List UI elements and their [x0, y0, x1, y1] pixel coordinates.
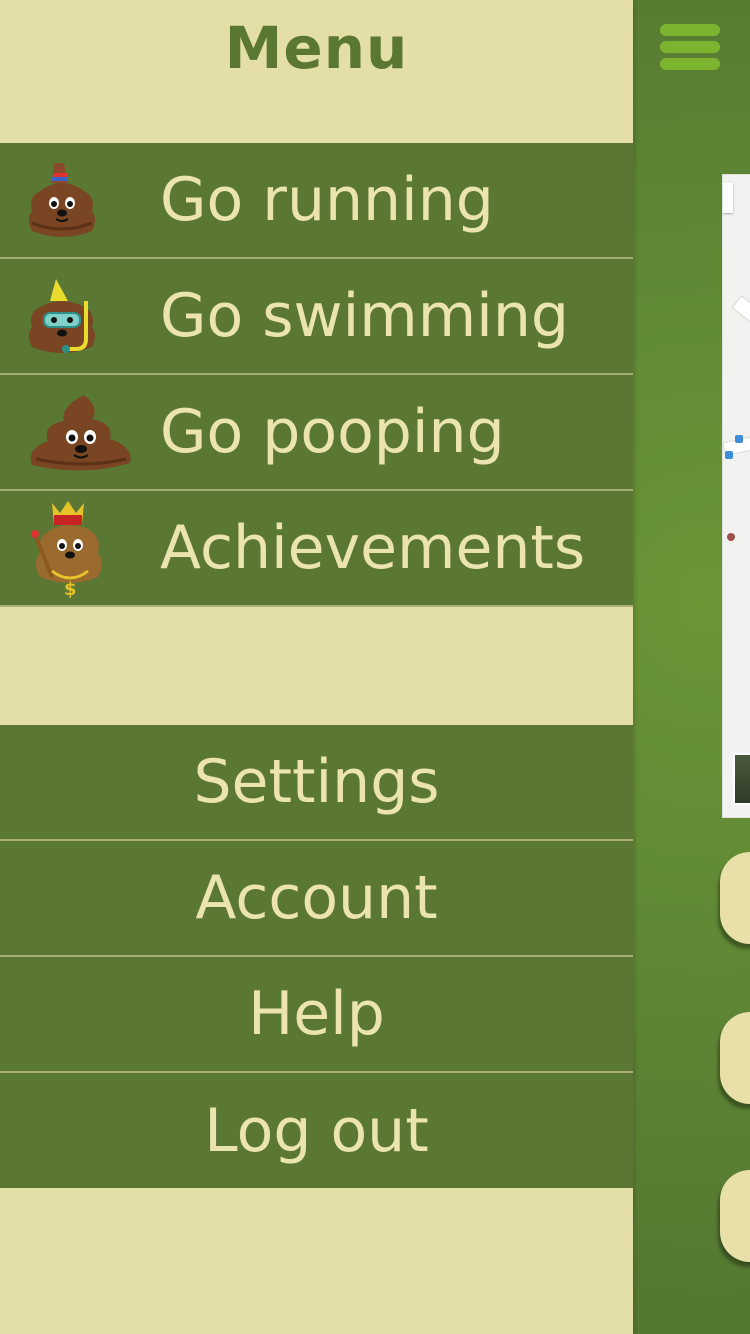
satellite-toggle[interactable] [733, 753, 750, 805]
poop-icon [26, 393, 136, 473]
side-button[interactable] [720, 1012, 750, 1104]
hamburger-bar [660, 58, 720, 70]
drawer-title: Menu [224, 14, 409, 82]
menu-item-go-running[interactable]: Go running [0, 143, 633, 259]
menu-spacer [0, 607, 633, 725]
navigation-drawer: Menu Go running Go swimming Go pooping $… [0, 0, 633, 1334]
hamburger-bar [660, 41, 720, 53]
menu-item-label: Go swimming [160, 281, 569, 351]
menu-item-label: Settings [193, 747, 440, 817]
side-button[interactable] [720, 1170, 750, 1262]
hamburger-icon[interactable] [660, 24, 720, 70]
menu-item-label: Log out [204, 1095, 429, 1166]
map-poi-icon [735, 435, 743, 443]
menu-item-label: Account [195, 863, 438, 933]
icon-wrap [0, 375, 160, 489]
map-poi-icon [725, 451, 733, 459]
drawer-header: Menu [0, 0, 633, 143]
hamburger-bar [660, 24, 720, 36]
side-button[interactable] [720, 852, 750, 944]
map-control[interactable] [723, 183, 733, 213]
icon-wrap: $ [0, 491, 160, 605]
icon-wrap [0, 143, 160, 257]
menu-item-log-out[interactable]: Log out [0, 1073, 633, 1188]
menu-item-label: Go pooping [160, 397, 505, 467]
poop-king-icon: $ [26, 497, 110, 601]
map-road [731, 295, 750, 351]
menu-item-go-swimming[interactable]: Go swimming [0, 259, 633, 375]
menu-item-settings[interactable]: Settings [0, 725, 633, 841]
poop-snorkel-icon [26, 277, 98, 357]
menu-item-label: Go running [160, 165, 494, 235]
map-poi-icon [727, 533, 735, 541]
poop-partyhat-icon [26, 161, 98, 241]
menu-item-label: Achievements [160, 513, 586, 583]
menu-item-label: Help [248, 979, 385, 1049]
menu-item-achievements[interactable]: $ Achievements [0, 491, 633, 607]
icon-wrap [0, 259, 160, 373]
menu-item-account[interactable]: Account [0, 841, 633, 957]
svg-text:$: $ [64, 579, 77, 600]
menu-item-help[interactable]: Help [0, 957, 633, 1073]
menu-item-go-pooping[interactable]: Go pooping [0, 375, 633, 491]
map-view[interactable] [722, 174, 750, 818]
